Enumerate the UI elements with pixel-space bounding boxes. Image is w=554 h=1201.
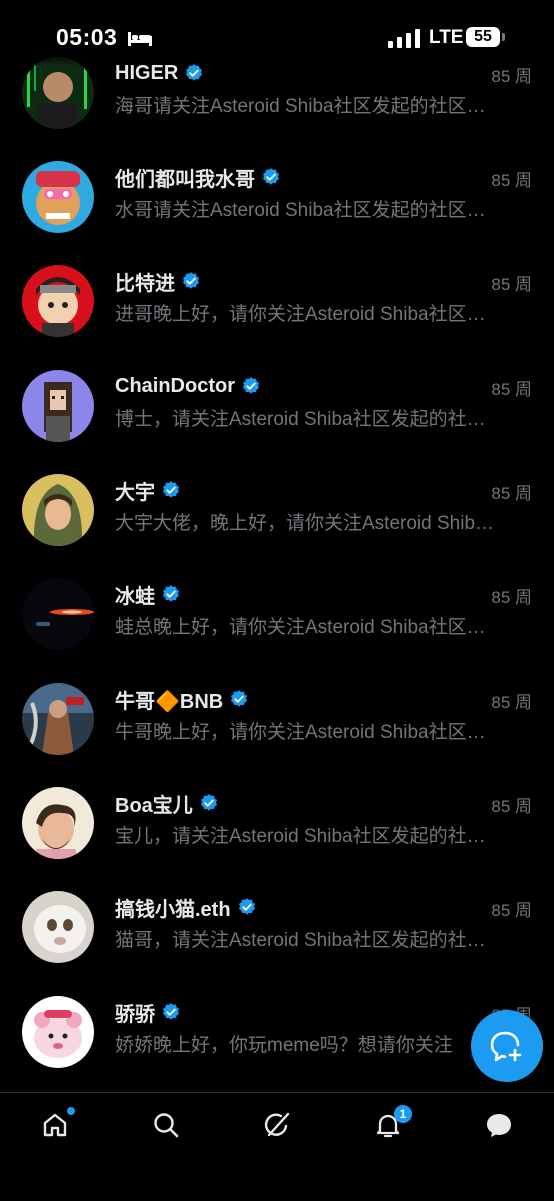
- contact-name: 冰蛙: [115, 585, 155, 608]
- conversation-list: HIGER 85 周 海哥请关注Asteroid Shiba社区发起的社区投票 …: [0, 0, 554, 1092]
- new-content-indicator: [67, 1107, 75, 1115]
- conversation-row[interactable]: 冰蛙 85 周 蛙总晚上好，请你关注Asteroid Shiba社区发起的投票: [0, 578, 554, 682]
- conversation-row[interactable]: 大宇 85 周 大宇大佬，晚上好，请你关注Asteroid Shiba社区发起的…: [0, 474, 554, 578]
- avatar[interactable]: [22, 891, 94, 963]
- conversation-row[interactable]: Boa宝儿 85 周 宝儿，请关注Asteroid Shiba社区发起的社区投票: [0, 787, 554, 891]
- verified-badge-icon: [237, 897, 257, 917]
- avatar[interactable]: [22, 996, 94, 1068]
- conversation-row[interactable]: 比特进 85 周 进哥晚上好，请你关注Asteroid Shiba社区发起的投票: [0, 265, 554, 369]
- timestamp: 85 周: [491, 588, 532, 607]
- grok-icon: [264, 1112, 290, 1137]
- nav-messages[interactable]: [469, 1107, 529, 1147]
- timestamp: 85 周: [491, 380, 532, 399]
- message-preview: 海哥请关注Asteroid Shiba社区发起的社区投票: [115, 96, 497, 117]
- avatar[interactable]: [22, 474, 94, 546]
- message-preview: 进哥晚上好，请你关注Asteroid Shiba社区发起的投票: [115, 304, 497, 325]
- nav-home[interactable]: [25, 1107, 85, 1147]
- timestamp: 85 周: [491, 693, 532, 712]
- contact-name: 牛哥🔶BNB: [115, 690, 224, 713]
- contact-name: 搞钱小猫.eth: [115, 898, 231, 921]
- message-preview: 大宇大佬，晚上好，请你关注Asteroid Shiba社区发起的投票: [115, 513, 497, 534]
- message-preview: 蛙总晚上好，请你关注Asteroid Shiba社区发起的投票: [115, 617, 497, 638]
- verified-badge-icon: [261, 167, 281, 187]
- message-preview: 博士，请关注Asteroid Shiba社区发起的社区投票: [115, 409, 497, 430]
- conversation-row[interactable]: 牛哥🔶BNB 85 周 牛哥晚上好，请你关注Asteroid Shiba社区发起…: [0, 683, 554, 787]
- verified-badge-icon: [199, 793, 219, 813]
- new-message-icon: [490, 1031, 522, 1062]
- nav-search[interactable]: [136, 1107, 196, 1147]
- message-preview: 水哥请关注Asteroid Shiba社区发起的社区投票: [115, 200, 497, 221]
- verified-badge-icon: [181, 271, 201, 291]
- clock: 05:03: [56, 24, 118, 50]
- home-icon: [43, 1113, 67, 1137]
- contact-name: 他们都叫我水哥: [115, 168, 255, 191]
- avatar[interactable]: [22, 683, 94, 755]
- sleep-mode-icon: [128, 30, 152, 46]
- verified-badge-icon: [241, 376, 261, 396]
- messages-icon: [487, 1114, 511, 1137]
- message-preview: 猫哥，请关注Asteroid Shiba社区发起的社区投票: [115, 930, 497, 951]
- timestamp: 85 周: [491, 484, 532, 503]
- message-preview: 娇娇晚上好，你玩meme吗？想请你关注: [115, 1035, 453, 1056]
- contact-name: 比特进: [115, 272, 175, 295]
- conversation-row[interactable]: HIGER 85 周 海哥请关注Asteroid Shiba社区发起的社区投票: [0, 57, 554, 161]
- conversation-row[interactable]: ChainDoctor 85 周 博士，请关注Asteroid Shiba社区发…: [0, 370, 554, 474]
- timestamp: 85 周: [491, 171, 532, 190]
- avatar[interactable]: [22, 578, 94, 650]
- conversation-row[interactable]: 搞钱小猫.eth 85 周 猫哥，请关注Asteroid Shiba社区发起的社…: [0, 891, 554, 995]
- contact-name: Boa宝儿: [115, 794, 193, 817]
- battery-tip: [502, 33, 505, 41]
- message-preview: 牛哥晚上好，请你关注Asteroid Shiba社区发起的投票: [115, 722, 497, 743]
- bottom-nav: 1: [0, 1092, 554, 1201]
- avatar[interactable]: [22, 787, 94, 859]
- message-preview: 宝儿，请关注Asteroid Shiba社区发起的社区投票: [115, 826, 497, 847]
- timestamp: 85 周: [491, 901, 532, 920]
- new-message-button[interactable]: [471, 1010, 543, 1082]
- avatar[interactable]: [22, 161, 94, 233]
- notification-badge: 1: [394, 1105, 412, 1123]
- battery-level: 55: [466, 27, 500, 47]
- verified-badge-icon: [229, 689, 249, 709]
- timestamp: 85 周: [491, 797, 532, 816]
- avatar[interactable]: [22, 265, 94, 337]
- network-type: LTE: [429, 27, 464, 48]
- contact-name: ChainDoctor: [115, 374, 235, 397]
- contact-name: 大宇: [115, 481, 155, 504]
- verified-badge-icon: [161, 584, 181, 604]
- nav-grok[interactable]: [247, 1107, 307, 1147]
- cellular-signal-icon: [388, 28, 420, 48]
- verified-badge-icon: [161, 1002, 181, 1022]
- verified-badge-icon: [161, 480, 181, 500]
- avatar[interactable]: [22, 370, 94, 442]
- contact-name: 骄骄: [115, 1003, 155, 1026]
- status-bar: 05:03 LTE 55: [0, 0, 554, 70]
- nav-notifications[interactable]: 1: [358, 1105, 418, 1147]
- timestamp: 85 周: [491, 275, 532, 294]
- conversation-row[interactable]: 他们都叫我水哥 85 周 水哥请关注Asteroid Shiba社区发起的社区投…: [0, 161, 554, 265]
- search-icon: [154, 1113, 179, 1138]
